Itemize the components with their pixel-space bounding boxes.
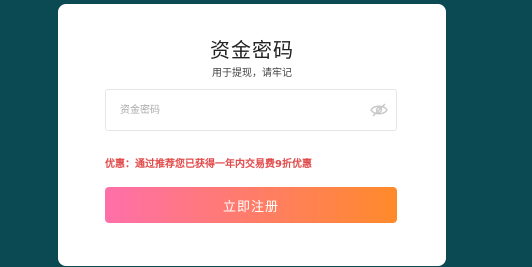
fund-password-field bbox=[105, 89, 397, 131]
fund-password-input[interactable] bbox=[106, 90, 356, 130]
dialog-title: 资金密码 bbox=[210, 38, 294, 62]
page-background: 资金密码 用于提现，请牢记 优惠：通过推荐您已获得一年内交易费9折优惠 立即注册 bbox=[0, 0, 532, 267]
eye-off-icon[interactable] bbox=[370, 102, 388, 118]
dialog-subtitle: 用于提现，请牢记 bbox=[212, 68, 292, 79]
fund-password-dialog: 资金密码 用于提现，请牢记 优惠：通过推荐您已获得一年内交易费9折优惠 立即注册 bbox=[58, 4, 446, 266]
promo-notice: 优惠：通过推荐您已获得一年内交易费9折优惠 bbox=[105, 159, 312, 170]
register-button[interactable]: 立即注册 bbox=[105, 187, 397, 223]
